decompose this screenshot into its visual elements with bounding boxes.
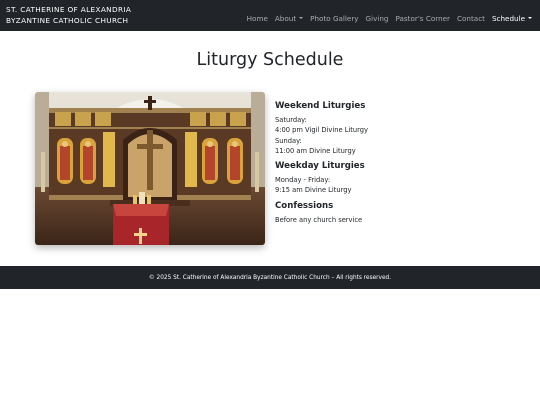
confessions-section: Confessions Before any church service: [275, 201, 515, 225]
page-footer: © 2025 St. Catherine of Alexandria Byzan…: [0, 266, 540, 289]
nav-contact[interactable]: Contact: [457, 14, 485, 23]
nav-about[interactable]: About: [274, 14, 304, 23]
nav-home[interactable]: Home: [247, 14, 268, 23]
page-title: Liturgy Schedule: [196, 50, 344, 70]
nav-menu: Home About Photo Gallery Giving Pastor's…: [240, 0, 532, 31]
nav-about-label: About: [274, 14, 297, 23]
weekend-liturgies-section: Weekend Liturgies Saturday: 4:00 pm Vigi…: [275, 101, 515, 156]
schedule-line: 9:15 am Divine Liturgy: [275, 186, 352, 195]
section-heading: Weekday Liturgies: [275, 161, 365, 172]
schedule-line: Sunday:: [275, 136, 302, 145]
footer-copyright: © 2025 St. Catherine of Alexandria Byzan…: [148, 274, 392, 281]
schedule-line: 11:00 am Divine Liturgy: [275, 146, 356, 155]
nav-schedule-label: Schedule: [491, 14, 525, 23]
top-navbar: ST. CATHERINE OF ALEXANDRIA BYZANTINE CA…: [0, 0, 540, 31]
section-heading: Confessions: [275, 200, 334, 211]
brand-line-2: BYZANTINE CATHOLIC CHURCH: [6, 15, 129, 25]
nav-giving[interactable]: Giving: [366, 14, 389, 23]
schedule-info: Weekend Liturgies Saturday: 4:00 pm Vigi…: [275, 101, 515, 230]
nav-schedule[interactable]: Schedule: [492, 14, 532, 23]
nav-photo-gallery[interactable]: Photo Gallery: [310, 14, 358, 23]
schedule-line: Before any church service: [275, 215, 363, 224]
chevron-down-icon: [528, 17, 532, 19]
section-heading: Weekend Liturgies: [275, 101, 366, 111]
church-iconostasis-photo: [35, 92, 265, 245]
schedule-line: 4:00 pm Vigil Divine Liturgy: [275, 126, 368, 135]
nav-pastors-corner[interactable]: Pastor's Corner: [395, 14, 450, 23]
brand-line-1: ST. CATHERINE OF ALEXANDRIA: [6, 5, 132, 14]
schedule-line: Saturday:: [275, 116, 307, 124]
schedule-line: Monday - Friday:: [275, 176, 331, 185]
weekday-liturgies-section: Weekday Liturgies Monday - Friday: 9:15 …: [275, 161, 515, 196]
chevron-down-icon: [299, 17, 304, 19]
site-brand[interactable]: ST. CATHERINE OF ALEXANDRIA BYZANTINE CA…: [6, 5, 131, 26]
